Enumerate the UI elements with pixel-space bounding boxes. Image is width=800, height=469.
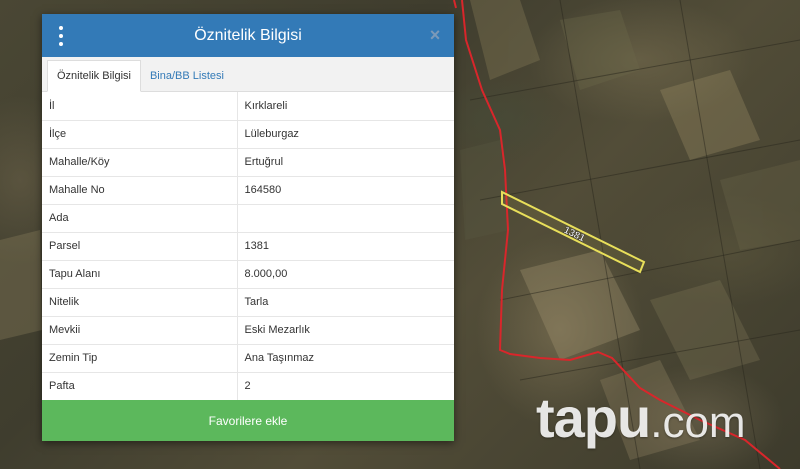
row-key: Tapu Alanı — [42, 260, 238, 289]
table-row: Mevkii Eski Mezarlık — [42, 316, 454, 345]
row-value: 1381 — [237, 232, 454, 261]
attribute-table: İl Kırklareli İlçe Lüleburgaz Mahalle/Köy E… — [42, 92, 454, 401]
more-options-icon[interactable] — [56, 26, 66, 46]
row-value — [237, 204, 454, 233]
row-value: Lüleburgaz — [237, 120, 454, 149]
row-key: Ada — [42, 204, 238, 233]
row-value: Ana Taşınmaz — [237, 344, 454, 373]
boundary-line-left — [453, 0, 457, 9]
row-value: Eski Mezarlık — [237, 316, 454, 345]
row-key: İlçe — [42, 120, 238, 149]
row-key: Mahalle/Köy — [42, 148, 238, 177]
watermark-suffix: .com — [650, 398, 746, 447]
close-icon[interactable]: × — [428, 26, 442, 44]
row-value: Ertuğrul — [237, 148, 454, 177]
row-key: Nitelik — [42, 288, 238, 317]
row-key: Mevkii — [42, 316, 238, 345]
table-row: Ada — [42, 204, 454, 233]
table-row: Mahalle No 164580 — [42, 176, 454, 205]
row-value: 2 — [237, 372, 454, 401]
row-key: Mahalle No — [42, 176, 238, 205]
tab-attribute-info[interactable]: Öznitelik Bilgisi — [47, 60, 141, 92]
tab-bar: Öznitelik Bilgisi Bina/BB Listesi — [42, 57, 454, 92]
attribute-dialog: Öznitelik Bilgisi × Öznitelik Bilgisi Bi… — [42, 14, 454, 441]
row-key: Pafta — [42, 372, 238, 401]
row-value: Kırklareli — [237, 92, 454, 121]
table-row: Parsel 1381 — [42, 232, 454, 261]
table-row: Nitelik Tarla — [42, 288, 454, 317]
table-row: Mahalle/Köy Ertuğrul — [42, 148, 454, 177]
tab-building-list[interactable]: Bina/BB Listesi — [141, 60, 233, 91]
tapu-watermark: tapu.com — [536, 385, 746, 455]
row-key: Zemin Tip — [42, 344, 238, 373]
row-value: 8.000,00 — [237, 260, 454, 289]
add-to-favorites-button[interactable]: Favorilere ekle — [42, 400, 454, 441]
table-row: İlçe Lüleburgaz — [42, 120, 454, 149]
row-key: Parsel — [42, 232, 238, 261]
row-key: İl — [42, 92, 238, 121]
row-value: 164580 — [237, 176, 454, 205]
row-value: Tarla — [237, 288, 454, 317]
table-row: İl Kırklareli — [42, 92, 454, 121]
table-row: Zemin Tip Ana Taşınmaz — [42, 344, 454, 373]
dialog-title: Öznitelik Bilgisi — [194, 26, 302, 44]
watermark-brand: tapu — [536, 386, 651, 449]
table-row: Pafta 2 — [42, 372, 454, 401]
dialog-header: Öznitelik Bilgisi × — [42, 14, 454, 57]
table-row: Tapu Alanı 8.000,00 — [42, 260, 454, 289]
